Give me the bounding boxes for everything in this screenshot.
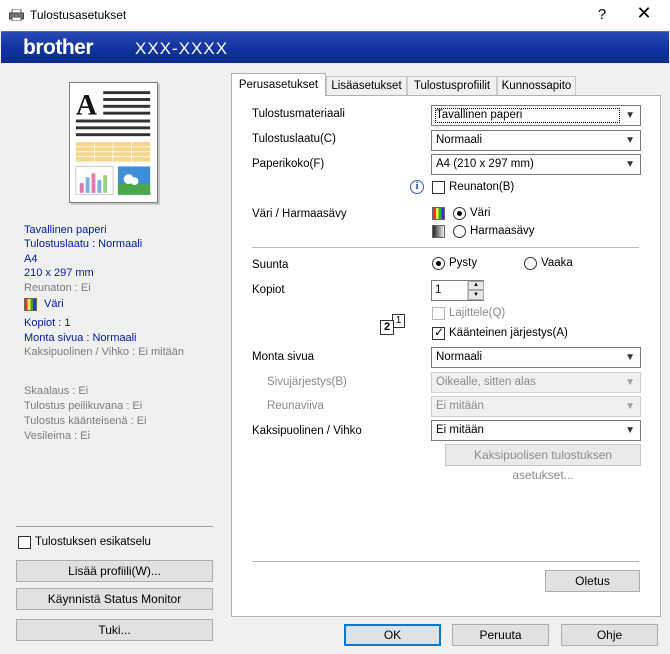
page-order-select[interactable]: Oikealle, sitten alas ▼ [431,372,641,393]
printer-icon [9,9,24,21]
media-select[interactable]: Tavallinen paperi ▼ [431,105,641,126]
reverse-order-label: Käänteinen järjestys(A) [449,327,568,339]
summary-mirror: Tulostus peilikuvana : Ei [24,400,143,412]
quality-select[interactable]: Normaali ▼ [431,130,641,151]
summary-duplex: Kaksipuolinen / Vihko : Ei mitään [24,346,184,358]
preview-label: Tulostuksen esikatselu [35,536,151,548]
multipage-label: Monta sivua [252,351,315,363]
model-name: XXX-XXXX [135,39,229,58]
copies-stepper[interactable]: ▲ ▼ [467,281,484,300]
duplex-select[interactable]: Ei mitään ▼ [431,420,641,441]
border-line-label: Reunaviiva [267,400,324,412]
summary-scaling: Skaalaus : Ei [24,385,89,397]
paper-size-select[interactable]: A4 (210 x 297 mm) ▼ [431,154,641,175]
copies-down-icon[interactable]: ▼ [468,290,484,300]
summary-quality: Tulostuslaatu : Normaali [24,238,143,250]
summary-multipage: Monta sivua : Normaali [24,332,137,344]
panel-bottom-divider [252,561,639,562]
default-button[interactable]: Oletus [545,570,640,592]
window-title: Tulostusasetukset [30,8,127,22]
borderless-label: Reunaton(B) [449,181,515,193]
reverse-order-icon: 1 2 [380,314,408,338]
landscape-radio[interactable] [524,257,537,270]
grayscale-option-label: Harmaasävy [470,225,535,237]
cancel-button[interactable]: Peruuta [452,624,549,646]
summary-media: Tavallinen paperi [24,224,107,236]
summary-borderless: Reunaton : Ei [24,282,91,294]
svg-text:A: A [76,90,97,122]
borderless-checkbox[interactable] [432,181,446,195]
help-button[interactable]: Ohje [561,624,658,646]
preview-checkbox[interactable] [18,536,32,550]
media-label: Tulostusmateriaali [252,108,345,120]
summary-dimensions: 210 x 297 mm [24,267,94,279]
left-divider [16,526,213,527]
color-swatch-icon [24,298,37,311]
summary-reverse: Tulostus käänteisenä : Ei [24,415,147,427]
landscape-label: Vaaka [541,257,573,269]
add-profile-button[interactable]: Lisää profiili(W)... [16,560,213,582]
collate-checkbox[interactable] [432,307,446,321]
color-radio[interactable] [453,207,466,220]
status-monitor-button[interactable]: Käynnistä Status Monitor [16,588,213,610]
color-option-label: Väri [470,207,491,219]
tab-advanced[interactable]: Lisäasetukset [326,76,407,96]
tab-maintenance[interactable]: Kunnossapito [497,76,576,96]
border-line-select[interactable]: Ei mitään ▼ [431,396,641,417]
multipage-select[interactable]: Normaali ▼ [431,347,641,368]
support-button[interactable]: Tuki... [16,619,213,641]
brother-logo: brother [23,36,94,59]
ok-button[interactable]: OK [344,624,441,646]
info-icon: i [410,180,424,194]
summary-size: A4 [24,253,38,265]
help-title-button[interactable]: ? [592,6,612,23]
close-icon[interactable]: ✕ [632,3,656,24]
copies-up-icon[interactable]: ▲ [468,281,484,290]
quality-label: Tulostuslaatu(C) [252,133,336,145]
copies-label: Kopiot [252,284,285,296]
brand-banner: brother XXX-XXXX [1,31,669,63]
page-preview-image: A [69,82,158,203]
grayscale-icon [432,225,445,238]
portrait-label: Pysty [449,257,478,269]
tab-basic[interactable]: Perusasetukset [231,73,326,96]
duplex-settings-button[interactable]: Kaksipuolisen tulostuksen asetukset... [445,444,641,482]
color-mode-icon [432,207,445,220]
reverse-order-checkbox[interactable] [432,325,446,341]
summary-color: Väri [44,298,64,310]
orientation-label: Suunta [252,259,289,271]
portrait-radio[interactable] [432,257,445,270]
grayscale-radio[interactable] [453,225,466,238]
summary-copies: Kopiot : 1 [24,317,71,329]
color-mode-label: Väri / Harmaasävy [252,208,347,220]
duplex-label: Kaksipuolinen / Vihko [252,425,362,437]
summary-watermark: Vesileima : Ei [24,430,91,442]
paper-size-label: Paperikoko(F) [252,158,325,170]
tab-profiles[interactable]: Tulostusprofiilit [407,76,497,96]
panel-divider [252,247,639,248]
page-order-label: Sivujärjestys(B) [267,376,347,388]
document-thumbnail-icon: A [75,90,151,196]
collate-label: Lajittele(Q) [449,307,506,319]
title-bar: Tulostusasetukset ? ✕ [0,0,670,31]
